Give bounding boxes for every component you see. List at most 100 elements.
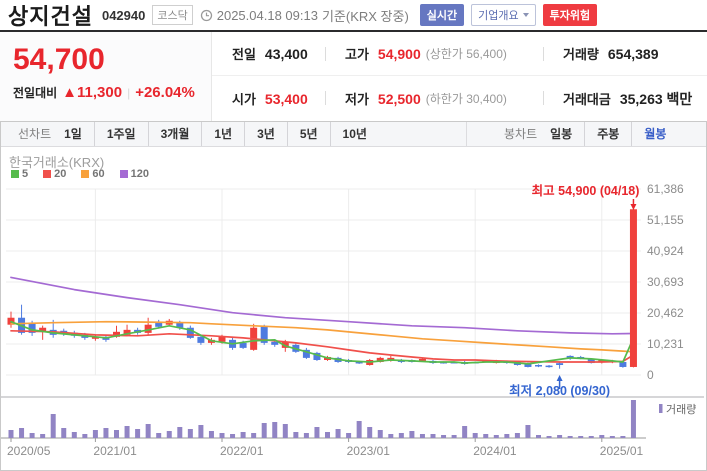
volume-bar (567, 436, 573, 438)
volume-bar (19, 428, 25, 438)
change-percent: +26.04% (135, 84, 195, 101)
ma60-line (10, 320, 635, 353)
volume-bar (272, 422, 278, 438)
volume-bar (472, 433, 478, 438)
candle (535, 365, 542, 367)
volume-bar (335, 429, 341, 438)
stat-high: 고가 54,900 (상한가 56,400) (325, 32, 543, 76)
volume-bar (483, 434, 489, 438)
header: 상지건설 042940 코스닥 2025.04.18 09:13 기준(KRX … (0, 0, 707, 30)
candle (218, 336, 226, 342)
candle-chart-label: 봉차트 (504, 127, 538, 141)
volume-bar (208, 431, 214, 438)
market-badge: 코스닥 (152, 5, 193, 25)
x-axis-label: 2020/05 (7, 444, 51, 458)
tab-5year[interactable]: 5년 (286, 122, 318, 146)
clock-icon (200, 9, 212, 21)
volume-bar (388, 434, 394, 438)
volume-bar (29, 433, 35, 438)
volume-bar (599, 435, 605, 438)
quote-timestamp: 2025.04.18 09:13 기준(KRX 장중) (200, 6, 409, 25)
y-axis-label: 61,386 (647, 182, 684, 196)
volume-bar (8, 430, 14, 438)
volume-bar (187, 429, 193, 438)
volume-swatch-icon (659, 404, 663, 413)
tab-3month[interactable]: 3개월 (147, 122, 189, 146)
volume-bar (546, 436, 552, 438)
volume-bar (578, 436, 584, 438)
change-value: ▲11,300 (62, 84, 123, 101)
volume-bar (198, 425, 204, 438)
volume-bar (124, 426, 130, 438)
tab-1week[interactable]: 1주일 (93, 122, 136, 146)
current-price-panel: 54,700 전일대비 ▲11,300 | +26.04% (0, 32, 212, 121)
volume-bar (303, 433, 309, 438)
tab-monthly-candle[interactable]: 월봉 (631, 122, 666, 146)
x-axis-label: 2022/01 (220, 444, 264, 458)
change-separator: | (127, 86, 131, 100)
y-axis-label: 20,462 (647, 306, 684, 320)
current-price: 54,700 (13, 43, 105, 76)
investment-risk-badge: 투자위험 (542, 4, 598, 26)
tab-10year[interactable]: 10년 (329, 122, 367, 146)
volume-bar (588, 436, 594, 438)
volume-bar (219, 433, 225, 438)
volume-bar (367, 427, 373, 438)
y-axis-label: 30,693 (647, 275, 684, 289)
volume-bar (230, 434, 236, 438)
stat-low: 저가 52,500 (하한가 30,400) (325, 76, 543, 121)
tab-3year[interactable]: 3년 (244, 122, 275, 146)
volume-bar (462, 426, 468, 438)
volume-bar (282, 424, 288, 438)
tab-daily-candle[interactable]: 일봉 (550, 122, 572, 146)
candle (556, 363, 564, 366)
volume-bar (630, 400, 636, 438)
volume-bar (145, 424, 151, 438)
volume-bar (325, 432, 330, 438)
high-annotation: 최고 54,900 (04/18) (532, 183, 640, 198)
volume-bar (103, 428, 109, 438)
x-axis-label: 2021/01 (93, 444, 137, 458)
stat-volume: 거래량 654,389 (543, 32, 707, 76)
volume-bar (514, 433, 520, 438)
stock-code: 042940 (101, 7, 146, 23)
arrow-up-head (556, 375, 563, 381)
volume-bar (314, 427, 320, 438)
chart-toolbar: 선차트 1일 1주일 3개월 1년 3년 5년 10년 봉차트 일봉 주봉 월봉 (1, 122, 706, 147)
volume-bar (419, 434, 425, 438)
y-axis-label: 10,231 (647, 337, 684, 351)
stat-trade-value: 거래대금 35,263 백만 (543, 76, 707, 121)
arrow-down-head (630, 204, 637, 210)
candle (271, 341, 279, 345)
line-chart-tabs: 선차트 1일 1주일 3개월 1년 3년 5년 10년 (1, 122, 367, 146)
volume-bar (377, 430, 383, 438)
volume-bar (430, 434, 436, 438)
tab-1year[interactable]: 1년 (201, 122, 232, 146)
quote-stats-grid: 전일 43,400 고가 54,900 (상한가 56,400) 거래량 654… (212, 32, 707, 121)
x-axis-label: 2023/01 (347, 444, 391, 458)
company-overview-button[interactable]: 기업개요 (471, 4, 536, 26)
volume-bar (166, 431, 172, 438)
tab-1day[interactable]: 1일 (64, 122, 82, 146)
volume-bar (557, 435, 563, 438)
candle (545, 365, 553, 368)
volume-bar (251, 433, 257, 438)
chart-area: 한국거래소(KRX) 5 20 60 120 61,386 51,155 40,… (1, 147, 704, 470)
line-chart-label: 선차트 (18, 127, 52, 141)
y-axis-label: 0 (647, 368, 654, 382)
candle (239, 342, 247, 348)
tab-weekly-candle[interactable]: 주봉 (584, 122, 619, 146)
stat-open: 시가 53,400 (232, 90, 308, 108)
stock-detail-page: 상지건설 042940 코스닥 2025.04.18 09:13 기준(KRX … (0, 0, 707, 471)
timestamp-suffix: 기준(KRX 장중) (321, 8, 409, 24)
candle (155, 322, 163, 327)
volume-bar (114, 430, 119, 438)
volume-bar (240, 432, 246, 438)
volume-bar (293, 432, 299, 438)
y-axis-label: 40,924 (647, 244, 684, 258)
realtime-badge[interactable]: 실시간 (419, 4, 465, 26)
stock-name: 상지건설 (8, 4, 93, 29)
volume-bar (451, 435, 457, 438)
volume-bar (504, 434, 510, 438)
change-label: 전일대비 (13, 86, 58, 100)
